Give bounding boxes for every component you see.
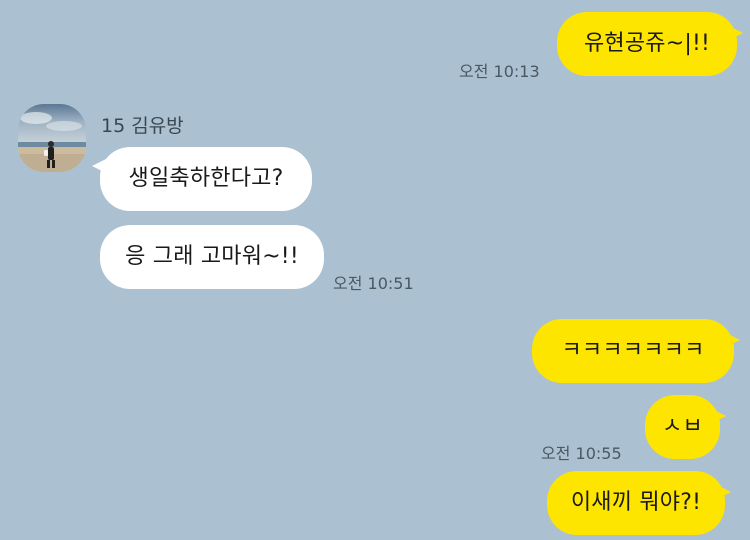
chat-room: 유현공쥬~|!! 오전 10:13 15 김유방 생일축하한다고? 응 그래 고…: [0, 0, 750, 540]
message-timestamp: 오전 10:13: [459, 62, 540, 81]
message-timestamp: 오전 10:51: [333, 274, 414, 293]
message-text: ㅋㅋㅋㅋㅋㅋㅋ: [561, 338, 705, 363]
sent-message-bubble[interactable]: 이새끼 뭐야?!: [547, 471, 731, 535]
sent-message-bubble[interactable]: 유현공쥬~|!!: [557, 12, 743, 76]
message-text: 유현공쥬~|!!: [583, 31, 711, 56]
sent-message-bubble[interactable]: ㅅㅂ: [645, 395, 726, 459]
message-text: 응 그래 고마워~!!: [125, 244, 299, 269]
message-text: 이새끼 뭐야?!: [570, 490, 702, 515]
received-message-bubble[interactable]: 생일축하한다고?: [92, 147, 312, 211]
sent-message-bubble[interactable]: ㅋㅋㅋㅋㅋㅋㅋ: [532, 319, 740, 383]
sender-name: 15 김유방: [101, 115, 184, 137]
received-message-bubble[interactable]: 응 그래 고마워~!!: [100, 225, 324, 289]
message-text: ㅅㅂ: [662, 414, 703, 439]
message-timestamp: 오전 10:55: [541, 444, 622, 463]
beach-profile-photo-icon: [18, 104, 86, 172]
message-text: 생일축하한다고?: [128, 166, 284, 191]
sender-avatar[interactable]: [18, 104, 86, 172]
